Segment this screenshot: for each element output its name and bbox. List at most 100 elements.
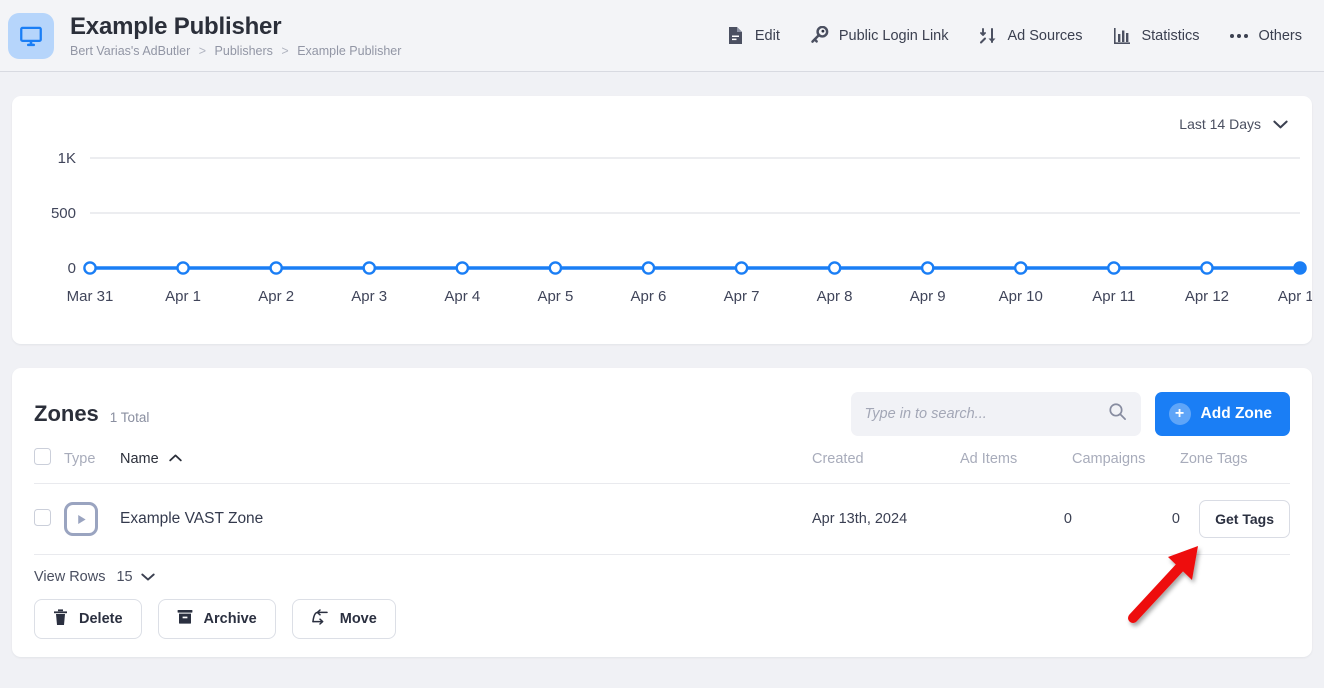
monitor-icon: [8, 12, 54, 59]
view-rows-select[interactable]: 15: [116, 569, 155, 585]
select-all-header: [34, 438, 64, 484]
svg-text:Apr 5: Apr 5: [537, 288, 573, 305]
chart-point[interactable]: [1200, 261, 1214, 275]
key-icon: [810, 26, 830, 46]
zones-total-count: 1 Total: [109, 409, 150, 425]
column-header-created[interactable]: Created: [812, 438, 960, 484]
archive-icon: [177, 609, 193, 629]
zones-header: Zones 1 Total + Add Zone: [34, 368, 1290, 438]
breadcrumb-item-publishers[interactable]: Publishers: [215, 44, 273, 58]
breadcrumb-item-current: Example Publisher: [297, 43, 402, 58]
svg-text:1K: 1K: [58, 150, 76, 167]
title-block: Example Publisher Bert Varias's AdButler…: [70, 13, 401, 59]
get-tags-button[interactable]: Get Tags: [1199, 500, 1290, 538]
chevron-down-icon: [140, 569, 155, 585]
chart-point[interactable]: [1293, 261, 1307, 275]
add-zone-label: Add Zone: [1200, 405, 1272, 422]
archive-label: Archive: [203, 611, 257, 627]
archive-button[interactable]: Archive: [157, 599, 276, 639]
row-name-cell: Example VAST Zone: [120, 483, 812, 555]
breadcrumb-item-root[interactable]: Bert Varias's AdButler: [70, 44, 190, 58]
impressions-line-chart: 0 500 1K Mar 31 Apr 1 Apr 2 Apr 3 Apr 4 Apr 5 Ap…: [12, 96, 1312, 344]
nav-item-others[interactable]: Others: [1229, 26, 1302, 46]
svg-text:500: 500: [51, 205, 76, 222]
move-arrows-icon: [311, 609, 329, 629]
row-campaigns-cell: 0: [1072, 483, 1180, 555]
statistics-chart-card: Last 14 Days 0 500 1K Mar 31 Apr 1 Apr 2 Apr …: [12, 96, 1312, 344]
svg-text:Apr 2: Apr 2: [258, 288, 294, 305]
chart-y-axis-labels: 0 500 1K: [51, 150, 76, 277]
bar-chart-icon: [1112, 26, 1132, 46]
search-input[interactable]: [864, 406, 1108, 422]
zones-header-controls: + Add Zone: [850, 392, 1290, 436]
chart-point[interactable]: [827, 261, 842, 275]
row-zone-tags-cell: Get Tags: [1180, 483, 1290, 555]
breadcrumb-separator: >: [198, 43, 207, 58]
page-title: Example Publisher: [70, 12, 282, 40]
chart-point[interactable]: [176, 261, 190, 275]
chart-point[interactable]: [920, 261, 935, 275]
add-zone-button[interactable]: + Add Zone: [1154, 392, 1290, 436]
row-ad-items-cell: 0: [960, 483, 1072, 555]
plus-icon: +: [1168, 403, 1191, 425]
column-header-type[interactable]: Type: [64, 438, 120, 484]
row-created-cell: Apr 13th, 2024: [812, 483, 960, 555]
nav-item-public-login-link[interactable]: Public Login Link: [810, 26, 949, 46]
column-header-name[interactable]: Name: [120, 438, 812, 484]
chart-point[interactable]: [1013, 261, 1028, 275]
chart-point[interactable]: [455, 261, 470, 275]
chart-gridlines: [90, 157, 1300, 269]
svg-text:Mar 31: Mar 31: [67, 288, 114, 305]
ellipsis-icon: [1229, 26, 1249, 46]
select-all-checkbox[interactable]: [34, 448, 51, 465]
zone-name-link[interactable]: Example VAST Zone: [120, 510, 263, 527]
row-select-cell: [34, 483, 64, 555]
zones-table: Type Name Created Ad Items Campaigns Zon…: [34, 438, 1290, 555]
video-play-icon[interactable]: [64, 502, 98, 536]
chart-point[interactable]: [269, 261, 283, 275]
view-rows-label: View Rows: [34, 569, 106, 585]
svg-text:Apr 7: Apr 7: [724, 288, 760, 305]
view-rows-control: View Rows 15: [34, 569, 1290, 585]
zones-card: Zones 1 Total + Add Zone: [12, 368, 1312, 657]
nav-label: Others: [1258, 27, 1302, 44]
chart-point[interactable]: [1107, 261, 1121, 275]
table-row: Example VAST Zone Apr 13th, 2024 0 0 Get…: [34, 483, 1290, 555]
delete-button[interactable]: Delete: [34, 599, 142, 639]
search-box[interactable]: [850, 392, 1141, 436]
document-icon: [726, 26, 746, 46]
chart-point[interactable]: [548, 261, 563, 275]
chart-point[interactable]: [362, 261, 377, 275]
svg-text:Apr 12: Apr 12: [1185, 288, 1229, 305]
table-header-row: Type Name Created Ad Items Campaigns Zon…: [34, 438, 1290, 484]
move-button[interactable]: Move: [291, 599, 396, 639]
zones-title: Zones: [34, 401, 99, 426]
svg-text:Apr 11: Apr 11: [1092, 288, 1135, 305]
row-checkbox[interactable]: [34, 508, 51, 526]
svg-text:Apr 9: Apr 9: [910, 288, 946, 305]
column-header-name-label: Name: [120, 451, 159, 467]
chart-point[interactable]: [641, 261, 656, 275]
search-icon[interactable]: [1108, 402, 1127, 426]
svg-text:Apr 13: Apr 13: [1278, 288, 1312, 305]
chart-point[interactable]: [734, 261, 749, 275]
breadcrumb-separator: >: [281, 43, 289, 58]
chart-x-axis-labels: Mar 31 Apr 1 Apr 2 Apr 3 Apr 4 Apr 5 Apr 6 Apr …: [67, 288, 1312, 305]
chart-point[interactable]: [83, 261, 97, 275]
bulk-actions: Delete Archive Move: [34, 599, 1290, 639]
delete-label: Delete: [79, 611, 123, 627]
column-header-ad-items[interactable]: Ad Items: [960, 438, 1072, 484]
arrows-icon: [979, 26, 999, 46]
view-rows-value: 15: [116, 569, 133, 585]
svg-text:Apr 4: Apr 4: [444, 288, 480, 305]
nav-item-edit[interactable]: Edit: [726, 26, 780, 46]
nav-item-statistics[interactable]: Statistics: [1112, 26, 1199, 46]
svg-text:Apr 10: Apr 10: [999, 288, 1043, 305]
nav-item-ad-sources[interactable]: Ad Sources: [979, 26, 1082, 46]
svg-text:Apr 6: Apr 6: [631, 288, 667, 305]
breadcrumb: Bert Varias's AdButler > Publishers > Ex…: [70, 44, 401, 59]
column-header-zone-tags: Zone Tags: [1180, 438, 1290, 484]
column-header-campaigns[interactable]: Campaigns: [1072, 438, 1180, 484]
header-actions: Edit Public Login Link Ad Sources Statis…: [726, 26, 1310, 46]
nav-label: Edit: [754, 27, 780, 44]
